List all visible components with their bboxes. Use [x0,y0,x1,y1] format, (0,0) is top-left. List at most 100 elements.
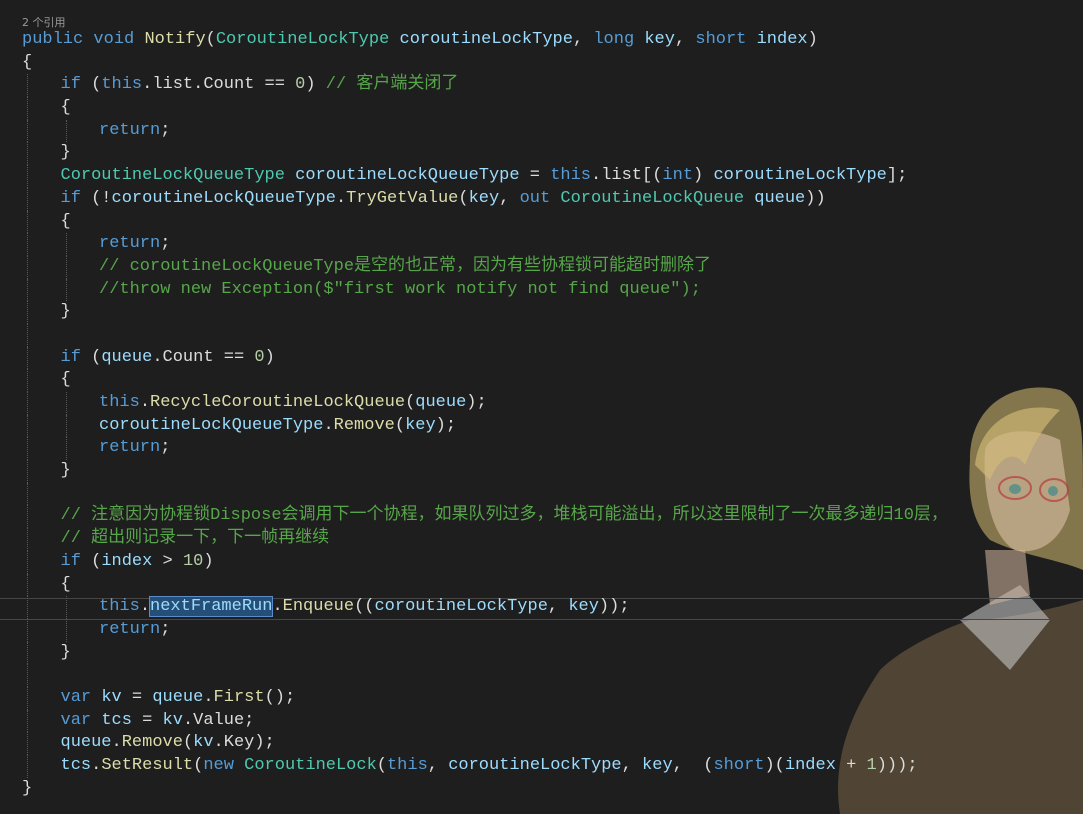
code-token-plain: ( [193,756,204,775]
code-line[interactable]: return; [22,119,948,143]
code-line[interactable]: tcs.SetResult(new CoroutineLock(this, co… [22,755,948,778]
indent-guide [65,392,67,415]
code-line[interactable]: if (queue.Count == 0) [22,346,948,370]
code-line[interactable]: // coroutineLockQueueType是空的也正常，因为有些协程锁可… [22,255,948,279]
code-token-plain: ( [458,188,469,208]
code-token-plain: . [203,687,214,707]
code-token-plain: { [60,98,71,118]
code-line[interactable]: { [22,573,948,597]
code-line[interactable]: queue.Remove(kv.Key); [22,732,948,755]
indent-guide [27,528,28,551]
code-line[interactable]: public void Notify(CoroutineLockType cor… [22,29,948,52]
code-token-plain: .list[( [591,166,663,186]
indent-guide [27,414,28,438]
code-line[interactable]: } [22,301,948,324]
code-line[interactable]: } [22,641,948,665]
code-token-plain: ; [160,120,171,140]
code-token-plain: { [60,370,71,390]
code-line[interactable]: { [22,97,948,120]
code-token-keyword: if [60,551,81,571]
code-token-plain: ) [807,30,818,49]
code-token-variable: kv [193,733,214,753]
code-token-variable: key [468,188,500,208]
code-token-type: CoroutineLockQueueType [60,166,285,186]
code-line[interactable]: } [22,460,948,483]
indent-guide [27,573,28,597]
indent-guide [27,732,28,755]
code-token-plain: . [272,597,283,617]
code-line[interactable]: { [22,52,948,75]
code-token-comment: // 注意因为协程锁Dispose会调用下一个协程，如果队列过多，堆栈可能溢出，… [60,506,948,526]
code-token-plain: ( [376,756,387,775]
code-line[interactable]: if (!coroutineLockQueueType.TryGetValue(… [22,187,948,211]
code-token-plain: ))); [876,756,918,775]
code-line[interactable]: return; [22,437,948,461]
code-token-comment: //throw new Exception($"first work notif… [99,279,701,299]
code-token-number: 10 [182,551,204,571]
code-token-plain: , [427,756,449,775]
code-line[interactable]: this.RecycleCoroutineLockQueue(queue); [22,392,948,415]
code-line[interactable]: this.nextFrameRun.Enqueue((coroutineLock… [22,596,948,619]
code-token-variable: key [568,597,599,617]
indent-guide [27,550,28,574]
code-line[interactable] [22,664,948,687]
indent-guide [27,641,28,665]
code-line[interactable]: var tcs = kv.Value; [22,709,948,733]
code-token-plain: } [60,302,71,322]
code-token-plain: ); [466,393,487,412]
code-line[interactable]: return; [22,618,948,642]
indent-guide [27,709,28,733]
code-token-plain: .Value; [182,710,255,730]
indent-guide [27,142,28,166]
code-line[interactable]: CoroutineLockQueueType coroutineLockQueu… [22,165,948,188]
code-line[interactable]: { [22,369,948,392]
code-token-keyword: long [593,30,635,49]
code-line[interactable]: if (index > 10) [22,550,948,574]
code-line[interactable]: } [22,778,948,801]
code-token-plain: } [22,778,33,798]
code-token-plain: , [621,756,643,775]
code-line[interactable]: //throw new Exception($"first work notif… [22,278,948,302]
code-token-keyword: this [550,166,591,186]
code-token-plain: + [835,756,867,775]
code-token-method: Notify [144,30,206,49]
code-token-variable: queue [415,393,467,412]
code-token-plain: , [674,30,696,49]
code-line[interactable]: return; [22,233,948,256]
code-token-variable: coroutineLockQueueType [99,415,324,435]
code-line[interactable]: var kv = queue.First(); [22,686,948,710]
indent-guide [65,255,67,279]
indent-guide [27,755,28,778]
code-token-plain: ; [160,234,171,254]
indent-guide [27,392,28,415]
code-line[interactable]: } [22,142,948,166]
code-line[interactable]: // 超出则记录一下，下一帧再继续 [22,528,948,551]
indent-guide [27,596,28,619]
code-token-keyword: this [386,756,428,775]
code-line[interactable]: { [22,210,948,234]
code-token-variable: index [784,756,836,775]
code-token-plain: . [139,393,151,412]
indent-guide [27,97,28,120]
code-token-plain: } [60,642,71,662]
code-line[interactable]: if (this.list.Count == 0) // 客户端关闭了 [22,74,948,98]
indent-guide [27,482,28,506]
indent-guide [27,323,28,347]
code-line[interactable] [22,323,948,347]
code-token-method: First [213,687,265,707]
code-lines[interactable]: public void Notify(CoroutineLockType cor… [22,29,948,800]
code-line[interactable]: coroutineLockQueueType.Remove(key); [22,414,948,438]
code-token-number: 0 [254,347,265,367]
code-token-type: CoroutineLockQueue [560,188,745,208]
indent-guide [27,460,28,483]
code-line[interactable]: // 注意因为协程锁Dispose会调用下一个协程，如果队列过多，堆栈可能溢出，… [22,505,948,529]
code-editor[interactable]: 2 个引用 public void Notify(CoroutineLockTy… [0,0,1083,814]
indent-guide [27,233,28,256]
code-line[interactable] [22,482,948,506]
